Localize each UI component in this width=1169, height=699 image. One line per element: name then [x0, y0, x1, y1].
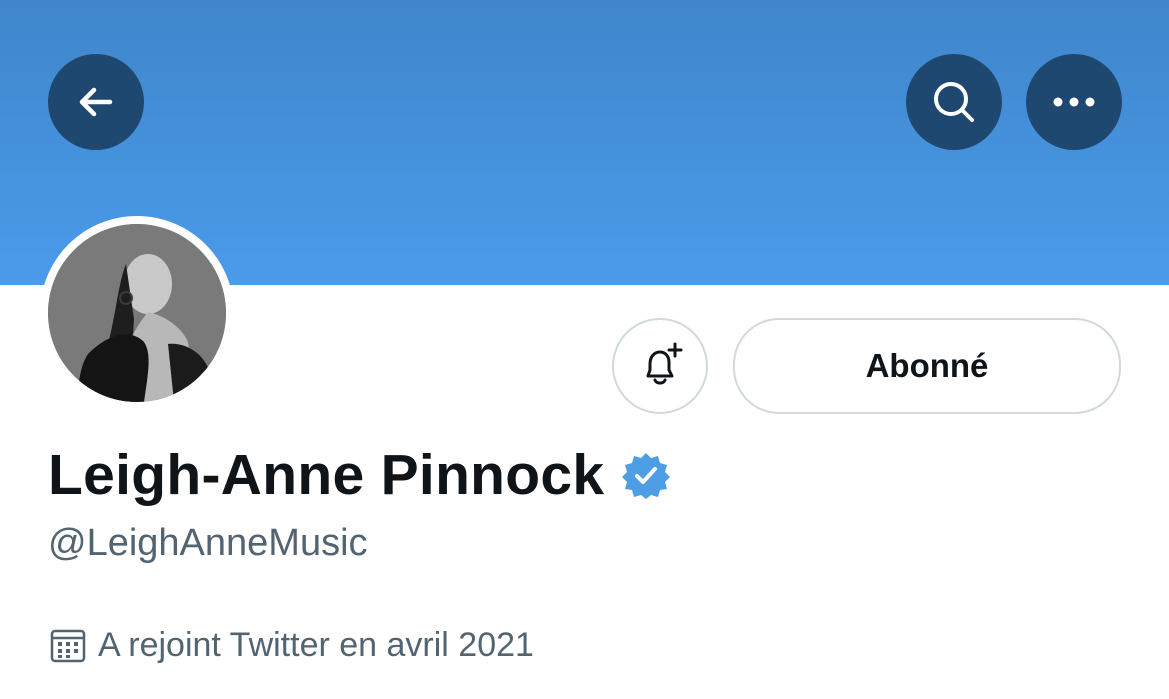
avatar[interactable] [48, 224, 226, 402]
more-options-button[interactable] [1026, 54, 1122, 150]
username-handle: @LeighAnneMusic [48, 522, 368, 564]
verified-badge-icon [622, 453, 671, 499]
notifications-button[interactable] [612, 318, 708, 414]
avatar-photo [48, 224, 226, 402]
arrow-left-icon [79, 87, 113, 117]
following-button[interactable]: Abonné [733, 318, 1121, 414]
join-date-row: A rejoint Twitter en avril 2021 [48, 622, 534, 668]
join-date-text: A rejoint Twitter en avril 2021 [98, 625, 534, 664]
bell-plus-icon [646, 342, 683, 385]
calendar-icon [50, 629, 86, 663]
more-horizontal-icon [1053, 97, 1095, 107]
search-button[interactable] [906, 54, 1002, 150]
search-icon [934, 82, 974, 122]
back-button[interactable] [48, 54, 144, 150]
display-name: Leigh-Anne Pinnock [48, 443, 605, 507]
profile-name-row: Leigh-Anne Pinnock [48, 440, 671, 510]
following-button-label: Abonné [865, 347, 989, 384]
